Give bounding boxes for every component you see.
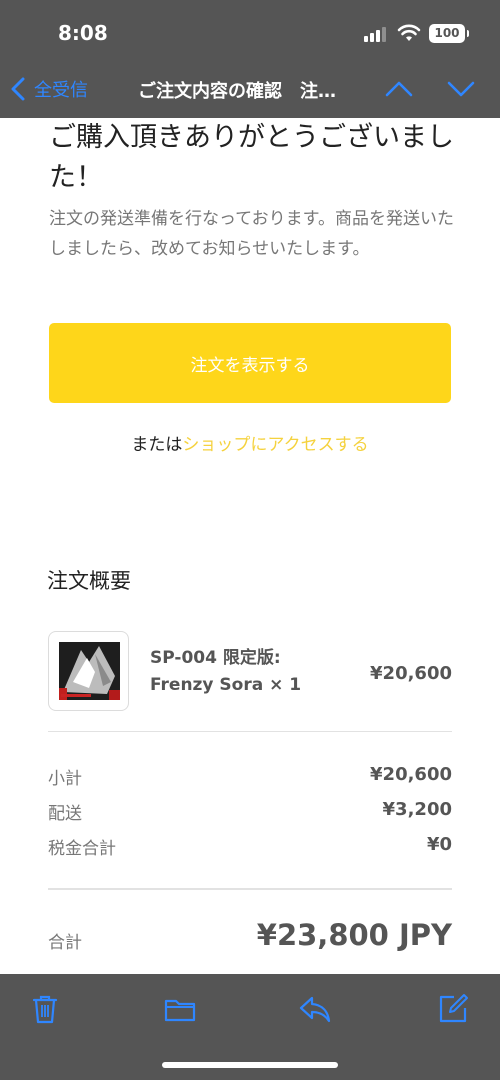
tax-label: 税金合計 [48, 839, 116, 859]
compose-icon[interactable] [436, 992, 470, 1026]
shipping-row: 配送 ¥3,200 [48, 799, 452, 827]
tax-value: ¥0 [426, 834, 452, 855]
next-message-chevron-down-icon[interactable] [446, 76, 476, 102]
folder-icon[interactable] [163, 992, 197, 1026]
alt-action-line: またはショップにアクセスする [0, 430, 500, 455]
email-content: ご購入頂きありがとうございました！ 注文の発送準備を行なっております。商品を発送… [0, 118, 500, 974]
trash-icon[interactable] [28, 992, 62, 1026]
item-price: ¥20,600 [370, 663, 452, 684]
status-time: 8:08 [58, 21, 108, 45]
item-name: SP-004 限定版: Frenzy Sora × 1 [150, 648, 302, 695]
cellular-signal-icon [364, 26, 390, 42]
battery-icon: 100 [429, 24, 469, 43]
tax-row: 税金合計 ¥0 [48, 834, 452, 862]
shipping-label: 配送 [48, 804, 82, 824]
status-bar: 8:08 100 [0, 0, 500, 66]
shop-link[interactable]: ショップにアクセスする [182, 435, 368, 455]
thank-you-heading: ご購入頂きありがとうございました！ [49, 122, 454, 193]
divider [48, 731, 452, 732]
nav-bar: 全受信 ご注文内容の確認 注… [0, 66, 500, 112]
shipping-notice: 注文の発送準備を行なっております。商品を発送いたしましたら、改めてお知らせいたし… [49, 209, 454, 259]
reply-icon[interactable] [298, 992, 332, 1026]
subtotal-label: 小計 [48, 769, 82, 789]
total-value: ¥23,800 JPY [256, 918, 452, 952]
view-order-button[interactable]: 注文を表示する [49, 323, 451, 403]
product-image [59, 642, 120, 700]
shipping-value: ¥3,200 [382, 799, 452, 820]
order-item: SP-004 限定版: Frenzy Sora × 1 ¥20,600 [48, 631, 452, 711]
subtotal-value: ¥20,600 [370, 764, 452, 785]
product-thumbnail [48, 631, 129, 711]
total-row: 合計 ¥23,800 JPY [48, 918, 452, 958]
order-summary-title: 注文概要 [47, 569, 131, 593]
chevron-left-icon [11, 77, 25, 101]
subtotal-row: 小計 ¥20,600 [48, 764, 452, 792]
back-button[interactable]: 全受信 [10, 76, 88, 102]
previous-message-chevron-up-icon[interactable] [384, 76, 414, 102]
divider [48, 888, 452, 890]
total-label: 合計 [48, 933, 82, 953]
back-label: 全受信 [34, 80, 88, 101]
home-indicator[interactable] [162, 1062, 338, 1068]
top-bar: 8:08 100 全受信 ご注文内容の確認 注… [0, 0, 500, 118]
or-text: または [131, 435, 183, 455]
nav-title: ご注文内容の確認 注… [138, 81, 336, 102]
wifi-icon [397, 24, 421, 41]
